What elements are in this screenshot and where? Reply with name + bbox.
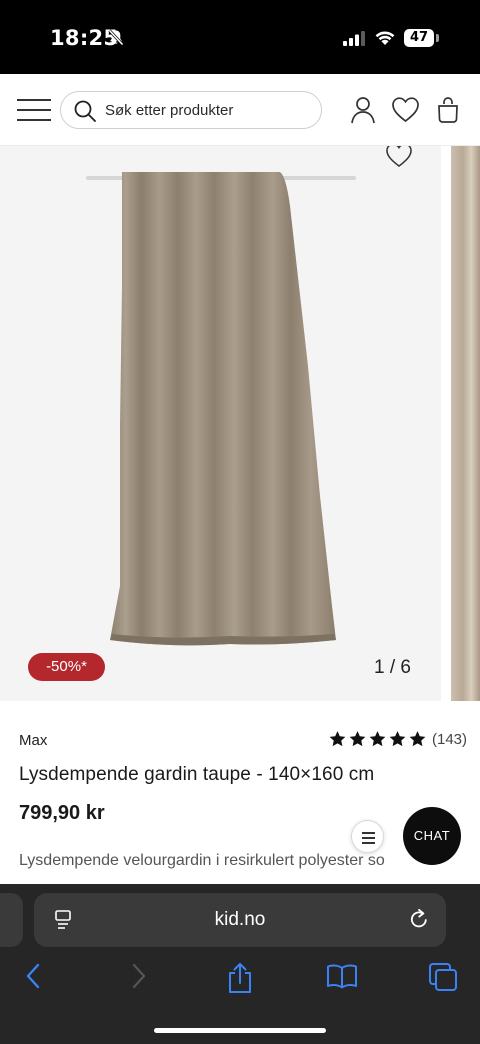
rating-stars xyxy=(328,730,427,748)
product-title: Lysdempende gardin taupe - 140×160 cm xyxy=(19,764,375,785)
search-icon xyxy=(73,99,97,128)
browser-toolbar: kid.no xyxy=(0,884,480,1044)
star-icon xyxy=(409,731,426,747)
add-to-wishlist-icon[interactable] xyxy=(385,146,413,173)
back-icon[interactable] xyxy=(24,962,44,995)
menu-icon[interactable] xyxy=(17,98,51,122)
forward-icon[interactable] xyxy=(128,962,148,995)
chat-button[interactable]: CHAT xyxy=(403,807,461,865)
url-text: kid.no xyxy=(214,909,266,930)
slide-counter: 1 / 6 xyxy=(374,657,411,678)
wifi-icon xyxy=(374,28,396,51)
search-input[interactable]: Søk etter produkter xyxy=(60,91,322,129)
star-icon xyxy=(329,731,346,747)
search-placeholder: Søk etter produkter xyxy=(105,102,234,119)
product-price: 799,90 kr xyxy=(19,802,105,824)
cart-icon[interactable] xyxy=(436,96,460,129)
product-image[interactable]: -50%* 1 / 6 xyxy=(0,146,441,701)
tabs-icon[interactable] xyxy=(428,962,458,997)
star-icon xyxy=(389,731,406,747)
rating-count: (143) xyxy=(432,730,468,748)
battery-icon xyxy=(436,34,439,42)
share-icon[interactable] xyxy=(226,962,254,999)
page-menu-button[interactable] xyxy=(351,820,384,853)
account-icon[interactable] xyxy=(350,96,376,129)
home-indicator xyxy=(154,1028,326,1033)
site-header: Søk etter produkter xyxy=(0,74,480,146)
reload-icon[interactable] xyxy=(408,908,430,935)
product-description: Lysdempende velourgardin i resirkulert p… xyxy=(19,852,385,869)
product-brand[interactable]: Max xyxy=(19,732,47,749)
battery-level: 47 xyxy=(404,29,434,47)
address-bar[interactable]: kid.no xyxy=(34,893,446,947)
status-bar: 18:25 47 xyxy=(0,0,480,74)
discount-badge: -50%* xyxy=(28,653,105,681)
bell-off-icon xyxy=(108,29,124,51)
next-product-image[interactable] xyxy=(451,146,480,701)
curtain-image xyxy=(86,172,356,646)
star-icon xyxy=(369,731,386,747)
signal-icon xyxy=(343,31,367,51)
bookmarks-icon[interactable] xyxy=(326,962,358,995)
previous-tab-preview[interactable] xyxy=(0,893,23,947)
product-gallery[interactable]: -50%* 1 / 6 xyxy=(0,146,480,701)
product-rating[interactable]: (143) xyxy=(328,730,467,748)
wishlist-icon[interactable] xyxy=(391,96,420,128)
star-icon xyxy=(349,731,366,747)
